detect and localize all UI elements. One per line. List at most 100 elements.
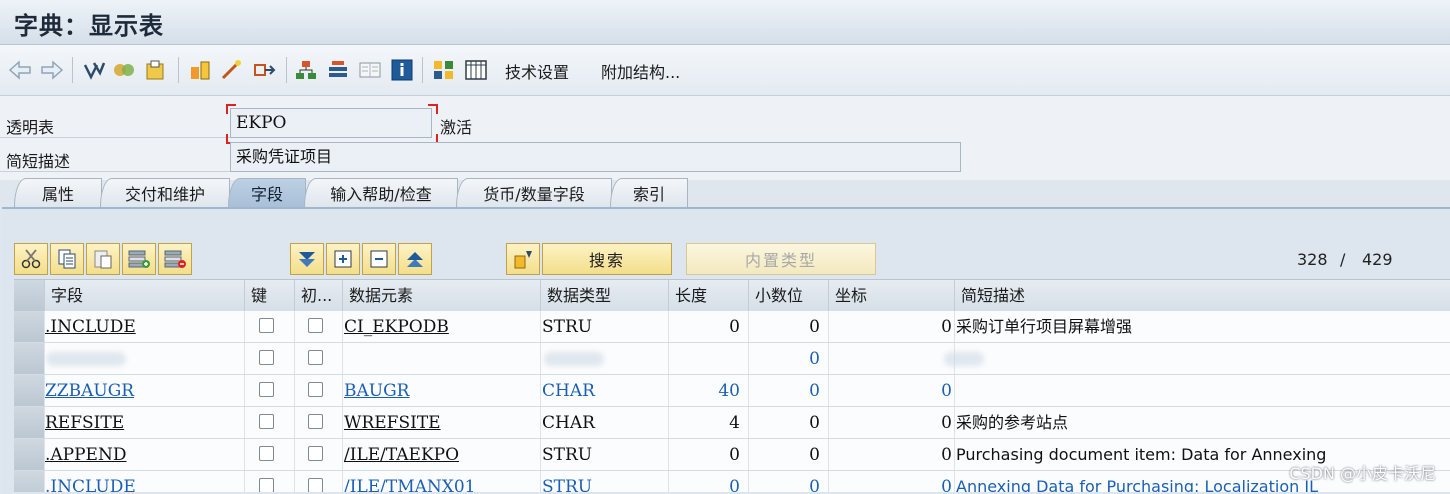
field-name-cell[interactable]: ZZBAUGR	[44, 375, 244, 406]
paste-icon[interactable]	[86, 243, 120, 275]
activation-status: 激活	[440, 118, 473, 137]
contents-icon[interactable]	[432, 58, 456, 82]
length-cell: 4	[668, 407, 748, 438]
other-object-icon[interactable]	[82, 58, 106, 82]
initial-checkbox[interactable]	[308, 382, 323, 397]
activate-icon[interactable]	[144, 58, 168, 82]
header-coordinate[interactable]: 坐标	[828, 280, 954, 312]
application-toolbar: 技术设置 附加结构...	[0, 45, 1450, 96]
table-name-field[interactable]: EKPO	[230, 108, 432, 138]
copy-icon[interactable]	[50, 243, 84, 275]
initial-checkbox[interactable]	[308, 478, 323, 492]
key-cell	[244, 407, 294, 438]
header-data-type[interactable]: 数据类型	[540, 280, 668, 312]
data-type-cell: STRU	[540, 471, 668, 492]
key-checkbox[interactable]	[259, 478, 274, 492]
data-element-cell[interactable]: BAUGR	[342, 375, 540, 406]
row-selector[interactable]	[14, 407, 45, 438]
row-selector[interactable]	[14, 375, 45, 406]
decimals-cell: 0	[748, 343, 828, 374]
navigation-window-icon[interactable]	[326, 58, 350, 82]
initial-checkbox[interactable]	[308, 414, 323, 429]
row-selector[interactable]	[14, 471, 45, 492]
check-icon[interactable]	[188, 58, 212, 82]
short-desc-cell: 采购订单行项目屏幕增强	[954, 311, 1450, 342]
tab-delivery-maintenance[interactable]: 交付和维护	[100, 178, 230, 207]
key-checkbox[interactable]	[259, 382, 274, 397]
expand-all-icon[interactable]	[290, 243, 324, 275]
insert-row-icon[interactable]	[122, 243, 156, 275]
key-checkbox[interactable]	[259, 414, 274, 429]
tab-indexes[interactable]: 索引	[610, 178, 688, 207]
key-cell	[244, 375, 294, 406]
append-structure-button[interactable]: 附加结构...	[601, 59, 680, 83]
header-data-element[interactable]: 数据元素	[342, 280, 540, 312]
collapse-node-icon[interactable]	[362, 243, 396, 275]
row-selector[interactable]	[14, 311, 45, 342]
search-button[interactable]: 搜索	[542, 243, 672, 275]
filter-icon[interactable]	[506, 243, 540, 275]
decimals-cell: 0	[748, 439, 828, 470]
table-row[interactable]: .INCLUDE/ILE/TMANX01 STRU 0 0 0 Annexing Data…	[14, 471, 1450, 492]
header-initial[interactable]: 初...	[294, 280, 342, 312]
field-name-cell[interactable]: .APPEND	[44, 439, 244, 470]
header-key[interactable]: 键	[244, 280, 294, 312]
window-title: 字典：显示表	[14, 11, 164, 40]
data-element-cell[interactable]: WREFSITE	[342, 407, 540, 438]
table-row[interactable]: .APPEND/ILE/TAEKPO STRU 0 0 0 Purchasing docu…	[14, 439, 1450, 471]
display-change-icon[interactable]	[112, 58, 136, 82]
builtin-type-button[interactable]: 内置类型	[686, 243, 876, 275]
current-entry-position: 328	[1297, 250, 1328, 269]
coordinate-cell: 0	[828, 471, 954, 492]
initial-checkbox[interactable]	[308, 446, 323, 461]
table-row[interactable]: REFSITE WREFSITE CHAR 4 0 0 采购的参考站点	[14, 407, 1450, 439]
length-cell: 0	[668, 471, 748, 492]
table-row[interactable]: .INCLUDE CI_EKPODB STRU 0 0 0 采购订单行项目屏幕增强	[14, 311, 1450, 343]
coordinate-cell: 0	[828, 407, 954, 438]
table-row[interactable]: ZZBAUGR BAUGR CHAR 40 0 0	[14, 375, 1450, 407]
object-list-icon[interactable]	[252, 58, 276, 82]
key-checkbox[interactable]	[259, 350, 274, 365]
tab-input-help-check[interactable]: 输入帮助/检查	[304, 178, 458, 207]
header-field[interactable]: 字段	[44, 280, 244, 312]
row-selector[interactable]	[14, 343, 45, 374]
header-short-desc[interactable]: 简短描述	[954, 280, 1450, 312]
tab-currency-quantity[interactable]: 货币/数量字段	[456, 178, 612, 207]
display-object-list-icon[interactable]	[358, 58, 382, 82]
tab-attributes[interactable]: 属性	[14, 178, 102, 207]
focus-corner-tl	[226, 104, 236, 114]
tab-fields[interactable]: 字段	[228, 178, 306, 207]
key-cell	[244, 439, 294, 470]
where-used-icon[interactable]	[220, 58, 244, 82]
expand-node-icon[interactable]	[326, 243, 360, 275]
tech-settings-button[interactable]: 技术设置	[505, 59, 569, 83]
key-checkbox[interactable]	[259, 318, 274, 333]
row-selector[interactable]	[14, 439, 45, 470]
initial-checkbox[interactable]	[308, 350, 323, 365]
field-name-cell[interactable]: .INCLUDE	[44, 471, 244, 492]
initial-cell	[294, 439, 342, 470]
data-element-cell[interactable]: /ILE/TAEKPO	[342, 439, 540, 470]
forward-arrow-icon[interactable]	[40, 58, 64, 82]
initial-checkbox[interactable]	[308, 318, 323, 333]
back-arrow-icon[interactable]	[8, 58, 32, 82]
header-decimals[interactable]: 小数位	[748, 280, 828, 312]
field-name-cell[interactable]: REFSITE	[44, 407, 244, 438]
length-cell	[668, 343, 748, 374]
key-checkbox[interactable]	[259, 446, 274, 461]
info-icon[interactable]	[390, 58, 414, 82]
short-desc-field[interactable]: 采购凭证项目	[230, 142, 961, 172]
header-length[interactable]: 长度	[668, 280, 748, 312]
table-row[interactable]: 0	[14, 343, 1450, 375]
collapse-all-icon[interactable]	[398, 243, 432, 275]
field-name-cell[interactable]: .INCLUDE	[44, 311, 244, 342]
hierarchy-icon[interactable]	[294, 58, 318, 82]
data-element-cell[interactable]: /ILE/TMANX01	[342, 471, 540, 492]
data-element-cell[interactable]: CI_EKPODB	[342, 311, 540, 342]
cut-icon[interactable]	[14, 243, 48, 275]
select-all-cell[interactable]	[14, 280, 45, 312]
table-view-icon[interactable]	[464, 58, 488, 82]
initial-cell	[294, 407, 342, 438]
data-element-cell[interactable]	[342, 343, 540, 374]
delete-row-icon[interactable]	[158, 243, 192, 275]
